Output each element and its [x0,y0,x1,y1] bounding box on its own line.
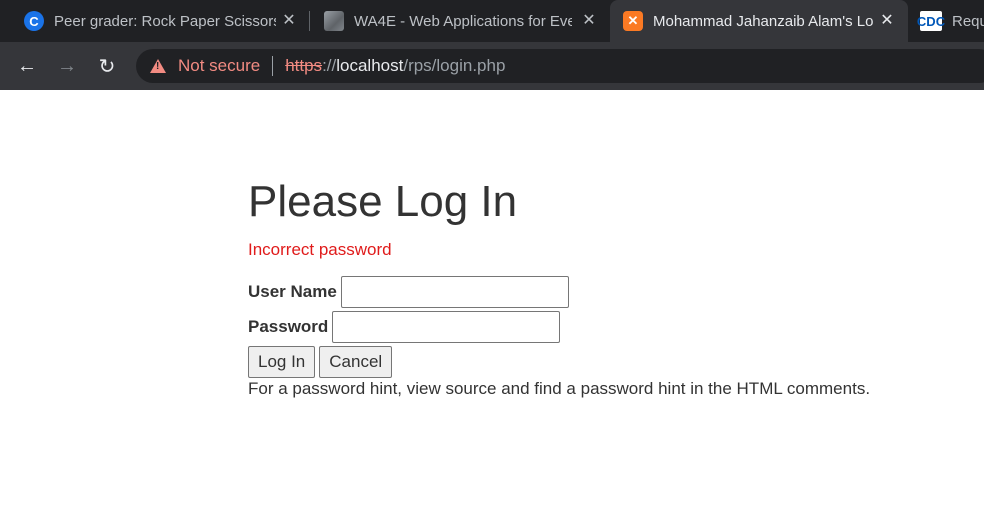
form-buttons: Log In Cancel [248,346,393,378]
browser-toolbar: ← → ↻ Not secure https://localhost/rps/l… [0,42,984,90]
password-input[interactable] [332,311,561,343]
close-icon[interactable]: ✕ [878,11,896,29]
tab-wa4e[interactable]: WA4E - Web Applications for Eve ✕ [310,0,610,42]
username-row: User Name [248,276,569,308]
warning-icon[interactable] [150,59,166,73]
tab-login-active[interactable]: ✕ Mohammad Jahanzaib Alam's Lo ✕ [610,0,908,42]
error-message: Incorrect password [248,240,392,259]
url-scheme-separator: :// [322,56,337,75]
url-path: /rps/login.php [403,56,506,75]
cdc-icon: CDC [917,11,945,31]
password-row: Password [248,311,561,343]
tab-title: Requ [952,12,984,30]
tab-peer-grader[interactable]: C Peer grader: Rock Paper Scissors | ✕ [0,0,310,42]
back-arrow-icon[interactable]: ← [13,52,41,80]
username-label: User Name [248,282,337,301]
username-input[interactable] [340,276,569,308]
omnibox-divider [272,56,274,76]
xampp-icon: ✕ [623,11,643,31]
security-label[interactable]: Not secure [178,56,260,76]
page-title: Please Log In [248,177,518,226]
tab-strip: C Peer grader: Rock Paper Scissors | ✕ W… [0,0,984,42]
close-icon[interactable]: ✕ [280,11,298,29]
forward-arrow-icon[interactable]: → [53,52,81,80]
url-scheme: https [285,56,323,75]
password-label: Password [248,317,329,336]
tab-title: Mohammad Jahanzaib Alam's Lo [653,12,874,30]
url-host: localhost [336,56,404,75]
reload-icon[interactable]: ↻ [93,52,121,80]
password-hint-text: For a password hint, view source and fin… [248,379,871,398]
c-logo-icon: C [24,11,44,31]
login-button[interactable]: Log In [248,346,316,378]
cancel-button[interactable]: Cancel [319,346,393,378]
tab-title: WA4E - Web Applications for Eve [354,12,572,30]
tab-title: Peer grader: Rock Paper Scissors | [54,12,276,30]
close-icon[interactable]: ✕ [580,11,598,29]
tab-cdc[interactable]: CDC Requ [908,0,984,42]
address-bar[interactable]: Not secure https://localhost/rps/login.p… [136,49,984,83]
image-icon [324,11,344,31]
